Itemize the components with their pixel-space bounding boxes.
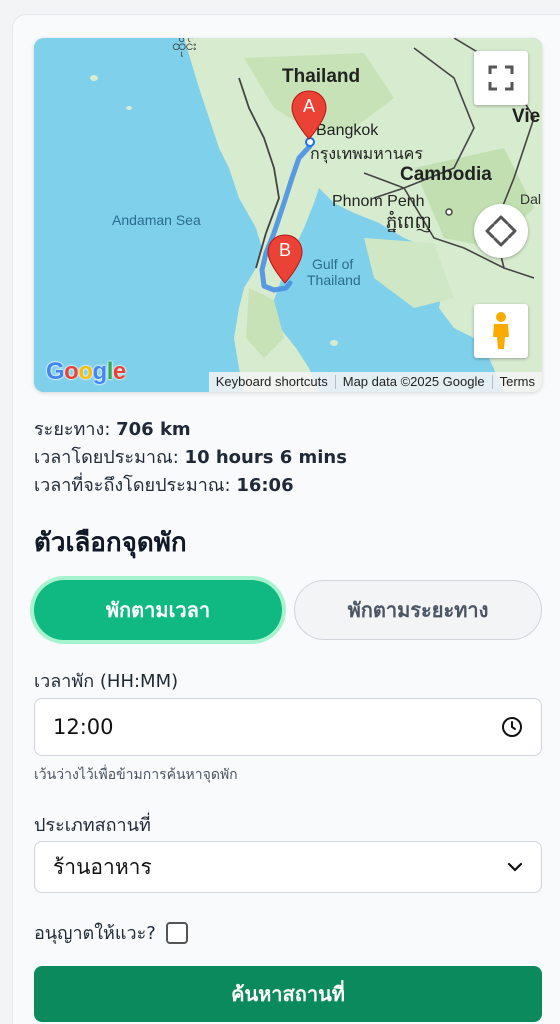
pegman-icon	[493, 312, 509, 349]
map-attribution: Keyboard shortcuts Map data ©2025 Google…	[208, 372, 542, 392]
trip-summary: ระยะทาง: 706 km เวลาโดยประมาณ: 10 hours …	[34, 416, 347, 500]
search-places-button[interactable]: ค้นหาสถานที่	[34, 966, 542, 1022]
google-logo: Google	[46, 358, 126, 385]
marker-a[interactable]: A	[291, 90, 327, 140]
map-label-myanmar: ထိုင်း	[172, 38, 197, 53]
map-label-andaman-sea: Andaman Sea	[112, 212, 201, 228]
map-label-gulf-2: Thailand	[307, 272, 361, 288]
arrival-row: เวลาที่จะถึงโดยประมาณ: 16:06	[34, 472, 347, 500]
distance-value: 706 km	[116, 419, 191, 440]
stop-by-distance-button[interactable]: พักตามระยะทาง	[294, 580, 542, 640]
chevron-down-icon	[507, 862, 523, 872]
street-view-button[interactable]	[474, 304, 528, 358]
camera-control-button[interactable]	[474, 204, 528, 258]
map-label-cambodia: Cambodia	[400, 164, 492, 185]
place-type-label: ประเภทสถานที่	[34, 815, 151, 836]
keyboard-shortcuts-link[interactable]: Keyboard shortcuts	[209, 375, 335, 389]
map-label-thailand: Thailand	[282, 66, 361, 87]
map-label-phnom-penh-khmer: ភ្នំពេញ	[386, 212, 432, 232]
clock-icon[interactable]	[501, 716, 523, 738]
move-arrows-icon	[485, 215, 517, 247]
detour-label: อนุญาตให้แวะ?	[34, 923, 156, 944]
place-type-value: ร้านอาหาร	[53, 854, 152, 879]
marker-b-label: B	[278, 240, 291, 260]
map-label-gulf-1: Gulf of	[312, 256, 354, 272]
duration-label: เวลาโดยประมาณ:	[34, 447, 179, 468]
break-time-label: เวลาพัก (HH:MM)	[34, 671, 179, 692]
distance-label: ระยะทาง:	[34, 419, 111, 440]
map-label-phnom-penh: Phnom Penh	[332, 193, 425, 210]
duration-row: เวลาโดยประมาณ: 10 hours 6 mins	[34, 444, 347, 472]
marker-b[interactable]: B	[267, 234, 303, 284]
break-time-value: 12:00	[53, 715, 114, 739]
stop-by-time-button[interactable]: พักตามเวลา	[34, 580, 282, 640]
stop-options-title: ตัวเลือกจุดพัก	[34, 528, 187, 558]
place-type-select[interactable]: ร้านอาหาร	[34, 841, 542, 893]
distance-row: ระยะทาง: 706 km	[34, 416, 347, 444]
arrival-value: 16:06	[236, 475, 294, 496]
break-time-input[interactable]: 12:00	[34, 698, 542, 756]
map-label-vietnam-partial: Vie	[512, 106, 541, 127]
detour-checkbox[interactable]	[165, 921, 188, 944]
map-terrain	[34, 38, 542, 392]
fullscreen-button[interactable]	[474, 51, 528, 105]
arrival-label: เวลาที่จะถึงโดยประมาณ:	[34, 475, 231, 496]
fullscreen-icon	[488, 65, 514, 91]
route-map[interactable]: ထိုင်း Thailand Bangkok กรุงเทพมหานคร Ca…	[34, 38, 542, 392]
terms-link[interactable]: Terms	[491, 375, 542, 389]
map-data-text: Map data ©2025 Google	[334, 375, 492, 389]
detour-row: อนุญาตให้แวะ?	[34, 918, 188, 947]
duration-value: 10 hours 6 mins	[184, 447, 347, 468]
marker-a-label: A	[302, 96, 315, 116]
map-label-dal-partial: Dal	[520, 191, 542, 207]
break-time-hint: เว้นว่างไว้เพื่อข้ามการค้นหาจุดพัก	[34, 767, 238, 783]
